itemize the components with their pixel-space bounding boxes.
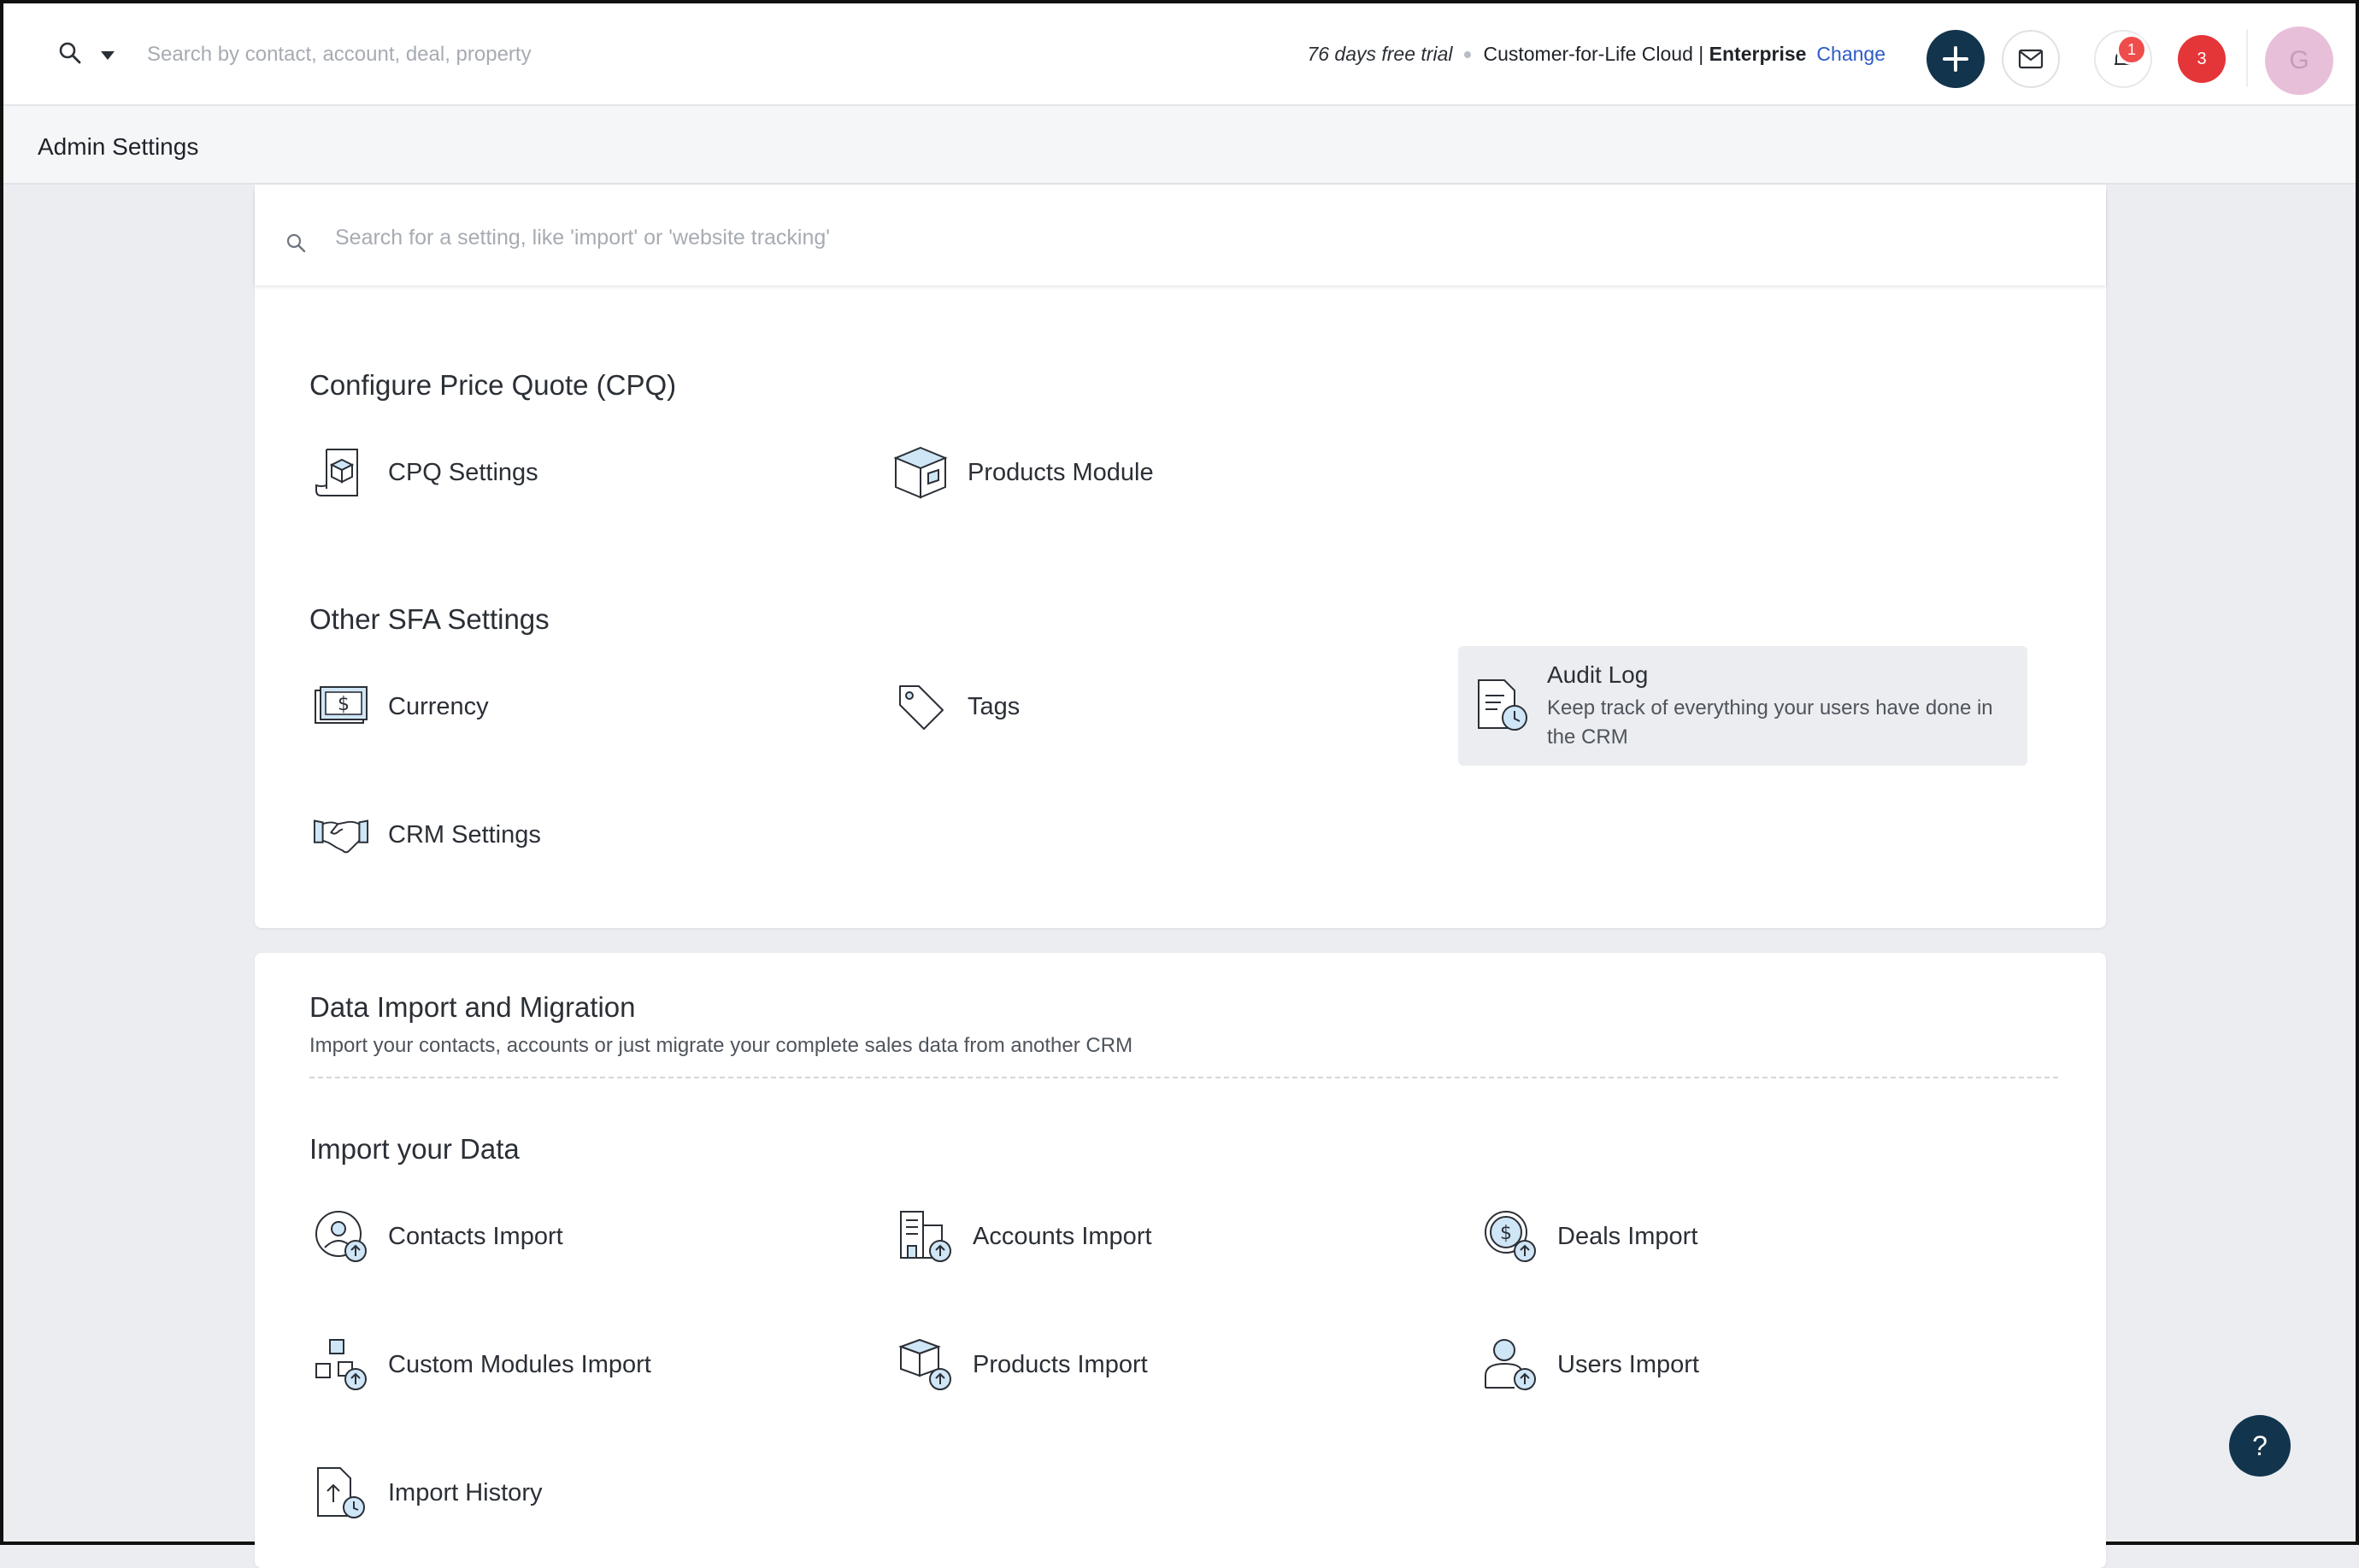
user-import-icon — [1482, 1336, 1538, 1393]
settings-search-bar — [255, 190, 2106, 285]
cpq-settings-item[interactable]: CPQ Settings — [313, 444, 538, 501]
plan-tier: Enterprise — [1709, 43, 1807, 65]
item-label: Products Import — [973, 1350, 1148, 1378]
plan-name: Customer-for-Life Cloud | Enterprise — [1483, 43, 1807, 65]
custom-module-import-icon — [313, 1336, 369, 1393]
users-import-item[interactable]: Users Import — [1482, 1336, 1699, 1393]
item-label: CPQ Settings — [388, 458, 538, 486]
user-avatar[interactable]: G — [2265, 26, 2333, 95]
svg-text:$: $ — [338, 694, 350, 715]
change-plan-link[interactable]: Change — [1816, 43, 1885, 66]
document-box-icon — [313, 444, 369, 501]
plus-icon — [1943, 46, 1968, 72]
alerts-count-button[interactable]: 3 — [2178, 35, 2226, 83]
item-label: Accounts Import — [973, 1222, 1152, 1250]
section-subtitle-data-import: Import your contacts, accounts or just m… — [309, 1034, 1133, 1057]
section-title-data-import: Data Import and Migration — [309, 991, 636, 1023]
box-icon — [892, 444, 949, 501]
trial-info: 76 days free trial Customer-for-Life Clo… — [1307, 43, 1885, 66]
contact-import-icon — [313, 1208, 369, 1265]
item-label: Custom Modules Import — [388, 1350, 651, 1378]
item-label: Deals Import — [1557, 1222, 1698, 1250]
tag-icon — [892, 678, 949, 735]
trial-days: 76 days free trial — [1307, 43, 1453, 65]
help-button[interactable]: ? — [2229, 1415, 2291, 1477]
item-label: Currency — [388, 692, 489, 720]
audit-log-icon — [1474, 677, 1530, 733]
contacts-import-item[interactable]: Contacts Import — [313, 1208, 563, 1265]
currency-item[interactable]: $ Currency — [313, 678, 489, 735]
section-divider — [309, 1077, 2058, 1078]
crm-settings-item[interactable]: CRM Settings — [313, 807, 541, 863]
accounts-import-item[interactable]: Accounts Import — [897, 1208, 1152, 1265]
quick-add-button[interactable] — [1927, 30, 1985, 88]
email-button[interactable] — [2002, 30, 2060, 88]
deal-import-icon: $ — [1482, 1208, 1538, 1265]
handshake-icon — [313, 807, 369, 863]
section-title-other-sfa: Other SFA Settings — [309, 603, 550, 635]
item-label: Import History — [388, 1478, 543, 1506]
products-module-item[interactable]: Products Module — [892, 444, 1154, 501]
item-label: Contacts Import — [388, 1222, 563, 1250]
search-icon — [285, 232, 308, 259]
notification-count-badge: 1 — [2116, 34, 2147, 65]
product-import-icon — [897, 1336, 954, 1393]
page-header: Admin Settings — [3, 106, 2356, 185]
search-icon[interactable] — [58, 41, 82, 65]
item-label: Tags — [968, 692, 1021, 720]
item-label: Users Import — [1557, 1350, 1699, 1378]
account-import-icon — [897, 1208, 954, 1265]
import-history-item[interactable]: Import History — [313, 1465, 542, 1521]
item-label: Products Module — [968, 458, 1154, 486]
separator-dot — [1464, 50, 1472, 58]
svg-text:$: $ — [1500, 1223, 1512, 1244]
item-label: CRM Settings — [388, 820, 541, 849]
section-title-cpq: Configure Price Quote (CPQ) — [309, 369, 677, 401]
topbar-divider — [2246, 29, 2248, 87]
audit-log-item[interactable]: Audit Log Keep track of everything your … — [1458, 646, 2027, 766]
products-import-item[interactable]: Products Import — [897, 1336, 1148, 1393]
custom-modules-import-item[interactable]: Custom Modules Import — [313, 1336, 651, 1393]
page-title: Admin Settings — [38, 133, 199, 160]
deals-import-item[interactable]: $ Deals Import — [1482, 1208, 1697, 1265]
audit-log-description: Keep track of everything your users have… — [1547, 696, 1993, 749]
mail-icon — [2018, 49, 2044, 69]
search-scope-dropdown-icon[interactable] — [101, 51, 115, 60]
global-search-input[interactable] — [145, 34, 915, 75]
currency-icon: $ — [313, 678, 369, 735]
audit-log-title: Audit Log — [1547, 661, 1649, 688]
top-navigation-bar: 76 days free trial Customer-for-Life Clo… — [3, 3, 2356, 106]
import-history-icon — [313, 1465, 369, 1521]
tags-item[interactable]: Tags — [892, 678, 1020, 735]
settings-search-input[interactable] — [333, 215, 1701, 260]
section-title-import-data: Import your Data — [309, 1133, 520, 1165]
